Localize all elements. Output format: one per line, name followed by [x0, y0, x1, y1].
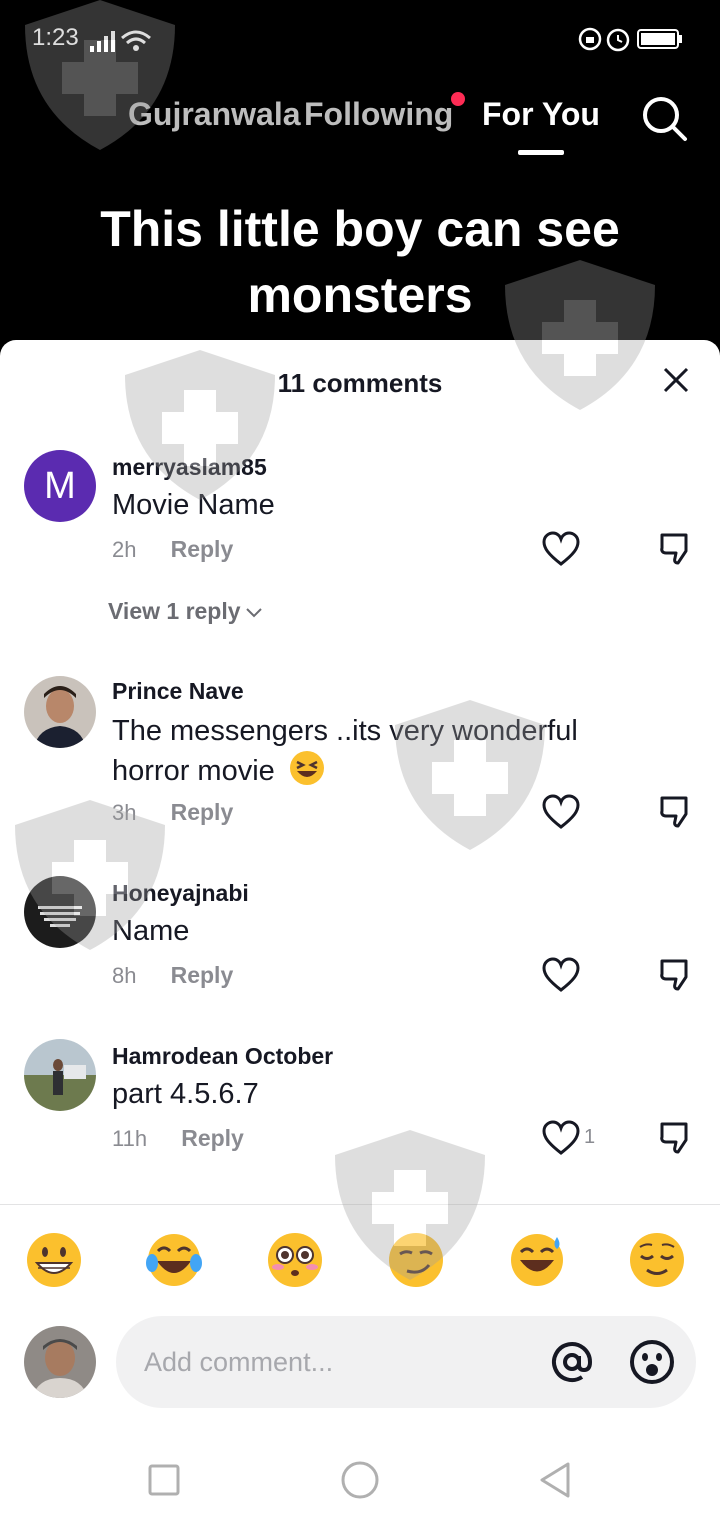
tab-following[interactable]: Following: [304, 96, 453, 133]
dislike-icon[interactable]: [658, 531, 694, 567]
view-replies-button[interactable]: View 1 reply: [108, 598, 263, 625]
relieved-face-icon[interactable]: [628, 1231, 686, 1289]
close-icon[interactable]: [662, 366, 690, 394]
system-navigation: [0, 1450, 720, 1520]
battery-alarm-icons: [578, 27, 682, 52]
reply-button[interactable]: Reply: [181, 1125, 244, 1151]
sweat-smile-icon[interactable]: [508, 1231, 566, 1289]
reply-button[interactable]: Reply: [171, 799, 234, 825]
comments-sheet: 11 comments M merryaslam85 Movie Name 2h…: [0, 340, 720, 1520]
comment-text-line-2: horror movie: [112, 750, 672, 790]
profile-photo-icon: [24, 876, 96, 948]
comment-meta: 11h Reply: [112, 1125, 244, 1152]
back-icon[interactable]: [536, 1460, 576, 1500]
signal-wifi-icon: [90, 30, 151, 52]
view-replies-label: View 1 reply: [108, 598, 241, 624]
heart-icon[interactable]: [542, 531, 580, 567]
like-count: 1: [584, 1126, 596, 1148]
comment-username[interactable]: merryaslam85: [112, 454, 267, 481]
comment-time: 3h: [112, 800, 137, 825]
caption-line-1: This little boy can see: [100, 201, 620, 257]
comment-text: Name: [112, 915, 190, 947]
avatar[interactable]: [24, 1039, 96, 1111]
comment-text-line-1: The messengers ..its very wonderful: [112, 715, 578, 747]
search-icon[interactable]: [640, 94, 688, 142]
avatar[interactable]: [24, 876, 96, 948]
comment-username[interactable]: Honeyajnabi: [112, 880, 249, 907]
comment-username[interactable]: Prince Nave: [112, 678, 244, 705]
top-nav: Gujranwala Following For You: [0, 92, 720, 162]
status-time: 1:23: [32, 24, 79, 51]
comment-input-row: [0, 1316, 720, 1408]
profile-photo-icon: [24, 676, 96, 748]
comment-username[interactable]: Hamrodean October: [112, 1043, 333, 1070]
comment-meta: 8h Reply: [112, 962, 233, 989]
home-icon[interactable]: [340, 1460, 380, 1500]
active-tab-indicator: [518, 150, 564, 155]
squinting-laugh-icon: [289, 751, 324, 785]
profile-photo-icon: [24, 1039, 96, 1111]
mention-icon[interactable]: [548, 1338, 596, 1386]
heart-icon[interactable]: [542, 957, 580, 993]
status-bar: 1:23: [32, 22, 688, 56]
profile-photo-icon: [24, 1326, 96, 1398]
tears-of-joy-icon[interactable]: [145, 1231, 203, 1289]
comment-text: part 4.5.6.7: [112, 1078, 259, 1110]
heart-icon[interactable]: [542, 794, 580, 830]
smirking-face-icon[interactable]: [387, 1231, 445, 1289]
tab-gujranwala[interactable]: Gujranwala: [128, 96, 301, 133]
dislike-icon[interactable]: [658, 794, 694, 830]
notification-dot: [451, 92, 465, 106]
comment-text: The messengers ..its very wonderful horr…: [112, 712, 672, 790]
reply-button[interactable]: Reply: [171, 962, 234, 988]
emoji-picker-icon[interactable]: [628, 1338, 676, 1386]
grinning-face-icon[interactable]: [25, 1231, 83, 1289]
dislike-icon[interactable]: [658, 957, 694, 993]
comment-meta: 3h Reply: [112, 799, 233, 826]
comment-meta: 2h Reply: [112, 536, 233, 563]
my-avatar: [24, 1326, 96, 1398]
recent-apps-icon[interactable]: [144, 1460, 184, 1500]
reply-button[interactable]: Reply: [171, 536, 234, 562]
dislike-icon[interactable]: [658, 1120, 694, 1156]
comment-time: 11h: [112, 1126, 148, 1151]
comment-input[interactable]: [116, 1316, 696, 1408]
comments-count-title: 11 comments: [277, 368, 443, 398]
heart-icon[interactable]: [542, 1120, 580, 1156]
emoji-quick-bar: [0, 1204, 720, 1304]
avatar[interactable]: M: [24, 450, 96, 522]
video-area[interactable]: 1:23 Gujranwala Following For You This l…: [0, 0, 720, 360]
comment-text: Movie Name: [112, 489, 275, 521]
chevron-down-icon: [245, 608, 262, 618]
tab-for-you[interactable]: For You: [482, 96, 600, 133]
flushed-face-icon[interactable]: [266, 1231, 324, 1289]
caption-line-2: monsters: [247, 267, 473, 323]
comment-time: 2h: [112, 537, 137, 562]
comment-time: 8h: [112, 963, 137, 988]
comment-text-line-2-words: horror movie: [112, 755, 275, 787]
avatar[interactable]: [24, 676, 96, 748]
video-caption: This little boy can see monsters: [0, 196, 720, 328]
